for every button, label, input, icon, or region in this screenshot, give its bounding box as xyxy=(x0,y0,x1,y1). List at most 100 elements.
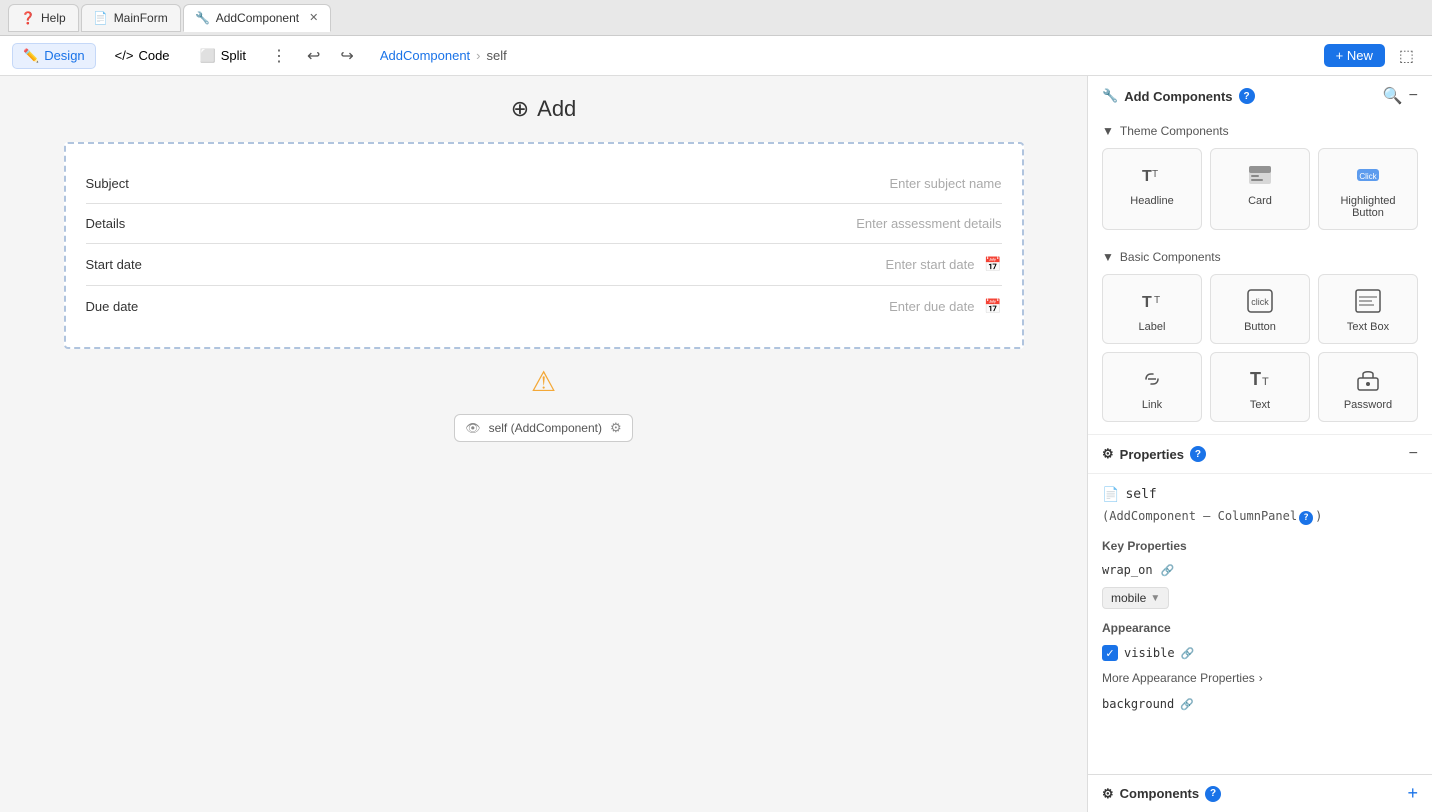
help-tab-icon: ❓ xyxy=(21,11,35,25)
due-date-calendar-icon: 📅 xyxy=(984,298,1001,314)
tab-mainform[interactable]: 📄 MainForm xyxy=(81,4,181,32)
wrench-icon: 🔧 xyxy=(1102,88,1118,104)
headline-icon: T T xyxy=(1136,159,1168,191)
undo-button[interactable]: ↩ xyxy=(301,42,326,70)
component-item-password[interactable]: Password xyxy=(1318,352,1418,422)
components-icon: ⚙ xyxy=(1102,786,1114,802)
component-item-link[interactable]: Link xyxy=(1102,352,1202,422)
theme-components-group: ▼ Theme Components T T Headline xyxy=(1088,116,1432,242)
canvas-area: ⊕ Add Subject Enter subject name Details… xyxy=(0,76,1087,812)
components-help-icon[interactable]: ? xyxy=(1205,786,1221,802)
add-components-help-icon[interactable]: ? xyxy=(1239,88,1255,104)
svg-text:T: T xyxy=(1142,168,1152,185)
add-icon: + xyxy=(1407,783,1418,803)
subject-placeholder: Enter subject name xyxy=(889,176,1001,191)
visible-label: visible xyxy=(1124,646,1175,660)
password-icon xyxy=(1352,363,1384,395)
card-icon xyxy=(1244,159,1276,191)
basic-components-grid: T T Label click xyxy=(1102,274,1418,422)
text-box-icon xyxy=(1352,285,1384,317)
add-components-actions: 🔍 − xyxy=(1383,86,1418,106)
component-item-card[interactable]: Card xyxy=(1210,148,1310,230)
svg-text:T: T xyxy=(1262,376,1269,388)
tab-addcomponent-label: AddComponent xyxy=(216,11,299,25)
text-label: Text xyxy=(1250,399,1270,411)
canvas-title: ⊕ Add xyxy=(20,96,1067,122)
background-link-icon[interactable]: 🔗 xyxy=(1180,698,1194,711)
button-label: Button xyxy=(1244,321,1276,333)
components-bottom-left: ⚙ Components ? xyxy=(1102,786,1221,802)
properties-collapse-button[interactable]: − xyxy=(1409,445,1418,463)
component-item-headline[interactable]: T T Headline xyxy=(1102,148,1202,230)
start-date-input-area[interactable]: Enter start date 📅 xyxy=(206,256,1002,273)
subject-input-area[interactable]: Enter subject name xyxy=(206,176,1002,191)
breadcrumb-self: self xyxy=(487,48,507,63)
due-date-input-area[interactable]: Enter due date 📅 xyxy=(206,298,1002,315)
component-tag-label: self (AddComponent) xyxy=(489,421,602,435)
basic-arrow-icon: ▼ xyxy=(1102,250,1114,264)
visible-checkbox[interactable]: ✓ xyxy=(1102,645,1118,661)
component-item-text-box[interactable]: Text Box xyxy=(1318,274,1418,344)
background-label: background xyxy=(1102,697,1174,711)
split-button[interactable]: ⬜ Split xyxy=(189,43,257,69)
warning-area: ⚠ xyxy=(64,365,1024,398)
settings-icon[interactable]: ⚙ xyxy=(610,420,622,436)
add-components-search-button[interactable]: 🔍 xyxy=(1383,86,1403,106)
more-options-button[interactable]: ⋮ xyxy=(265,42,293,70)
add-component-button[interactable]: + xyxy=(1407,783,1418,804)
basic-components-toggle[interactable]: ▼ Basic Components xyxy=(1102,250,1418,264)
wrap-on-link-icon[interactable]: 🔗 xyxy=(1161,564,1175,577)
toolbar-right: + New ⬚ xyxy=(1324,42,1420,70)
component-item-label[interactable]: T T Label xyxy=(1102,274,1202,344)
dropdown-arrow-icon: ▼ xyxy=(1150,593,1160,604)
component-tag[interactable]: 👁 self (AddComponent) ⚙ xyxy=(454,414,632,442)
mainform-tab-icon: 📄 xyxy=(94,11,108,25)
properties-header: ⚙ Properties ? − xyxy=(1088,435,1432,474)
tab-close-icon[interactable]: ✕ xyxy=(309,11,318,24)
tab-addcomponent[interactable]: 🔧 AddComponent ✕ xyxy=(183,4,332,32)
headline-label: Headline xyxy=(1130,195,1173,207)
theme-arrow-icon: ▼ xyxy=(1102,124,1114,138)
new-label: + New xyxy=(1336,48,1373,63)
button-icon: click xyxy=(1244,285,1276,317)
code-button[interactable]: </> Code xyxy=(104,43,181,68)
visible-row: ✓ visible 🔗 xyxy=(1102,645,1418,661)
eye-icon: 👁 xyxy=(465,421,480,435)
add-components-collapse-button[interactable]: − xyxy=(1409,86,1418,106)
basic-components-group: ▼ Basic Components T T Label xyxy=(1088,242,1432,434)
breadcrumb: AddComponent › self xyxy=(380,48,507,63)
prop-self-icon: 📄 xyxy=(1102,486,1119,503)
prop-type-text: (AddComponent – ColumnPanel?) xyxy=(1102,509,1322,523)
addcomponent-tab-icon: 🔧 xyxy=(196,11,210,25)
add-components-section: 🔧 Add Components ? 🔍 − ▼ Theme Component… xyxy=(1088,76,1432,435)
breadcrumb-component[interactable]: AddComponent xyxy=(380,48,470,63)
visible-link-icon[interactable]: 🔗 xyxy=(1181,647,1195,660)
tab-mainform-label: MainForm xyxy=(114,11,168,25)
split-icon: ⬜ xyxy=(200,48,216,64)
new-button[interactable]: + New xyxy=(1324,44,1385,67)
tab-help[interactable]: ❓ Help xyxy=(8,4,79,32)
start-date-placeholder: Enter start date xyxy=(886,257,975,272)
text-box-label: Text Box xyxy=(1347,321,1389,333)
link-label: Link xyxy=(1142,399,1162,411)
view-toggle-button[interactable]: ⬚ xyxy=(1393,42,1420,70)
wrap-on-dropdown[interactable]: mobile ▼ xyxy=(1102,587,1169,609)
form-container: Subject Enter subject name Details Enter… xyxy=(64,142,1024,349)
svg-text:T: T xyxy=(1154,295,1160,306)
label-component-label: Label xyxy=(1139,321,1166,333)
label-icon: T T xyxy=(1136,285,1168,317)
components-bottom-title: Components xyxy=(1120,786,1199,801)
design-button[interactable]: ✏️ Design xyxy=(12,43,96,69)
more-appearance-properties-link[interactable]: More Appearance Properties › xyxy=(1102,671,1418,685)
theme-components-toggle[interactable]: ▼ Theme Components xyxy=(1102,124,1418,138)
component-item-highlighted-button[interactable]: Click Highlighted Button xyxy=(1318,148,1418,230)
component-item-text[interactable]: T T Text xyxy=(1210,352,1310,422)
more-props-chevron: › xyxy=(1259,671,1263,685)
details-input-area[interactable]: Enter assessment details xyxy=(206,216,1002,231)
component-item-button[interactable]: click Button xyxy=(1210,274,1310,344)
background-row: background 🔗 xyxy=(1102,697,1418,711)
main-layout: ⊕ Add Subject Enter subject name Details… xyxy=(0,76,1432,812)
canvas-title-icon: ⊕ xyxy=(511,96,529,122)
redo-button[interactable]: ↪ xyxy=(334,42,359,70)
properties-help-icon[interactable]: ? xyxy=(1190,446,1206,462)
